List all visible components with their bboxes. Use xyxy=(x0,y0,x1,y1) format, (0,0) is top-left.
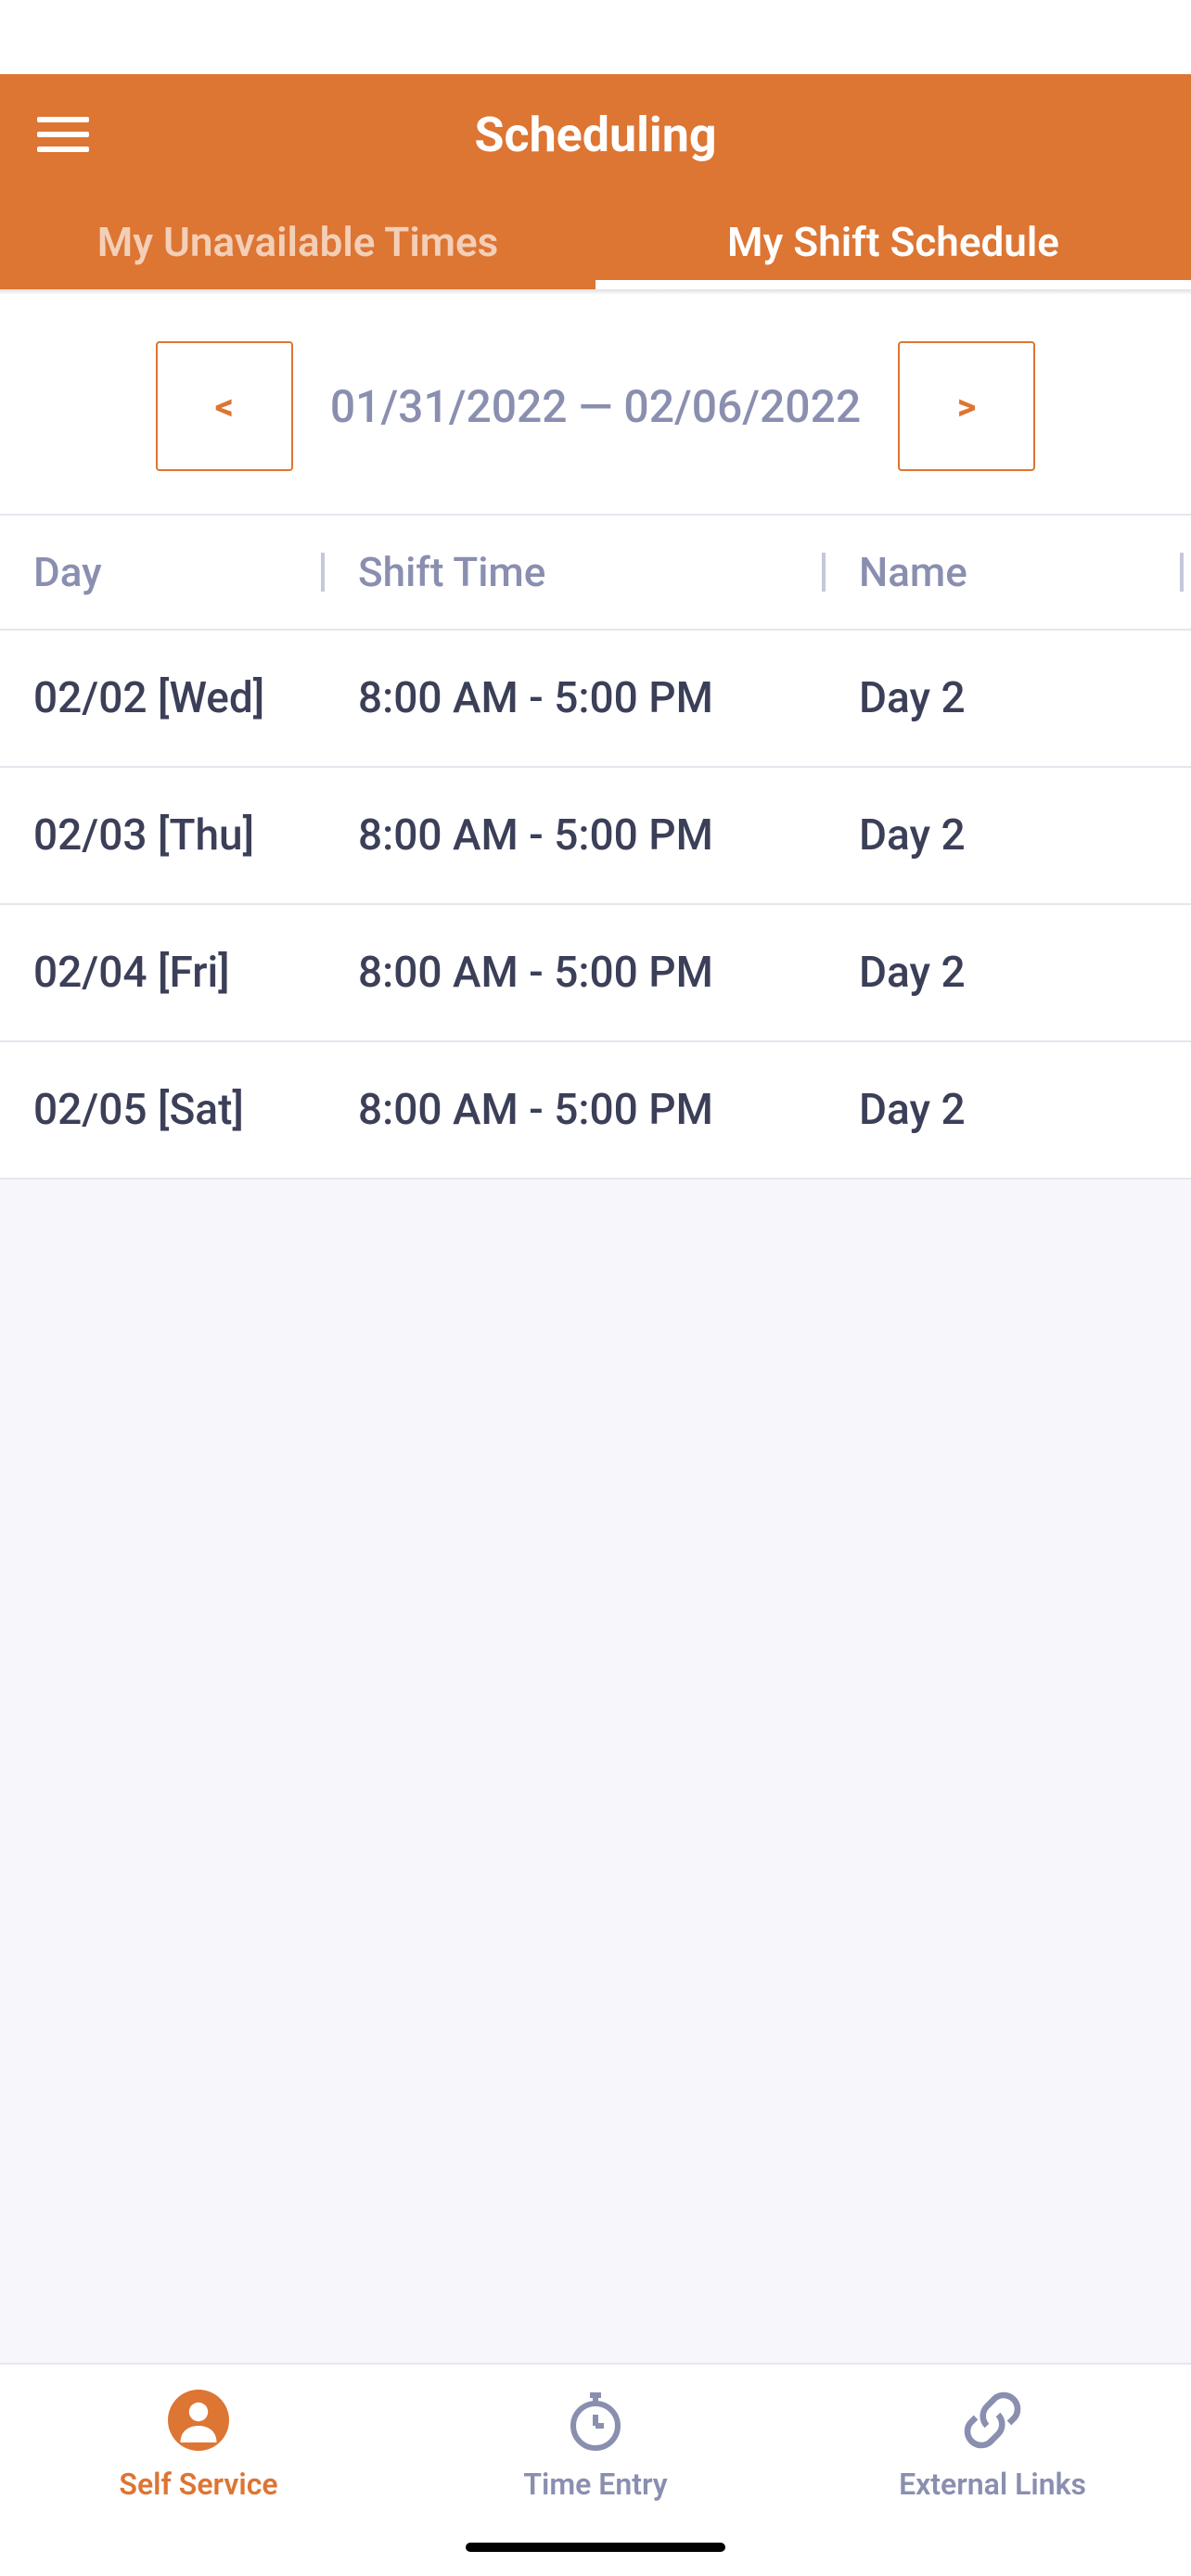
cell-name: Day 2 xyxy=(826,673,1191,723)
person-icon xyxy=(165,2387,232,2454)
cell-name: Day 2 xyxy=(826,810,1191,861)
column-header-shift-time: Shift Time xyxy=(325,516,826,629)
empty-area xyxy=(0,1180,1191,2363)
table-body: 02/02 [Wed] 8:00 AM - 5:00 PM Day 2 02/0… xyxy=(0,631,1191,1180)
tab-label: My Unavailable Times xyxy=(97,218,499,266)
nav-external-links[interactable]: External Links xyxy=(794,2387,1191,2576)
column-header-day: Day xyxy=(0,516,325,629)
cell-shift-time: 8:00 AM - 5:00 PM xyxy=(325,810,826,861)
tabs: My Unavailable Times My Shift Schedule xyxy=(0,195,1191,289)
table-row[interactable]: 02/03 [Thu] 8:00 AM - 5:00 PM Day 2 xyxy=(0,768,1191,905)
cell-name: Day 2 xyxy=(826,1085,1191,1135)
cell-day: 02/05 [Sat] xyxy=(0,1085,325,1135)
column-header-name: Name xyxy=(826,516,1191,629)
chevron-left-icon: < xyxy=(215,385,234,428)
table-header: Day Shift Time Name xyxy=(0,514,1191,631)
cell-shift-time: 8:00 AM - 5:00 PM xyxy=(325,948,826,998)
week-range: 01/31/2022 — 02/06/2022 xyxy=(330,380,861,433)
table-row[interactable]: 02/04 [Fri] 8:00 AM - 5:00 PM Day 2 xyxy=(0,905,1191,1042)
cell-name: Day 2 xyxy=(826,948,1191,998)
home-indicator xyxy=(466,2543,725,2552)
prev-week-button[interactable]: < xyxy=(156,341,293,471)
tab-label: My Shift Schedule xyxy=(727,218,1059,266)
nav-label: External Links xyxy=(899,2467,1086,2502)
cell-shift-time: 8:00 AM - 5:00 PM xyxy=(325,673,826,723)
cell-shift-time: 8:00 AM - 5:00 PM xyxy=(325,1085,826,1135)
nav-self-service[interactable]: Self Service xyxy=(0,2387,397,2576)
status-bar xyxy=(0,0,1191,74)
app-header: Scheduling My Unavailable Times My Shift… xyxy=(0,74,1191,289)
stopwatch-icon xyxy=(562,2387,629,2454)
tab-shift-schedule[interactable]: My Shift Schedule xyxy=(596,195,1191,289)
table-row[interactable]: 02/05 [Sat] 8:00 AM - 5:00 PM Day 2 xyxy=(0,1042,1191,1180)
menu-icon[interactable] xyxy=(37,108,89,160)
nav-label: Time Entry xyxy=(523,2467,667,2502)
table-row[interactable]: 02/02 [Wed] 8:00 AM - 5:00 PM Day 2 xyxy=(0,631,1191,768)
page-title: Scheduling xyxy=(0,107,1191,163)
chevron-right-icon: > xyxy=(957,385,977,428)
nav-label: Self Service xyxy=(119,2467,277,2502)
link-icon xyxy=(959,2387,1026,2454)
cell-day: 02/04 [Fri] xyxy=(0,948,325,998)
week-selector: < 01/31/2022 — 02/06/2022 > xyxy=(0,295,1191,514)
cell-day: 02/02 [Wed] xyxy=(0,673,325,723)
tab-unavailable-times[interactable]: My Unavailable Times xyxy=(0,195,596,289)
cell-day: 02/03 [Thu] xyxy=(0,810,325,861)
next-week-button[interactable]: > xyxy=(898,341,1035,471)
